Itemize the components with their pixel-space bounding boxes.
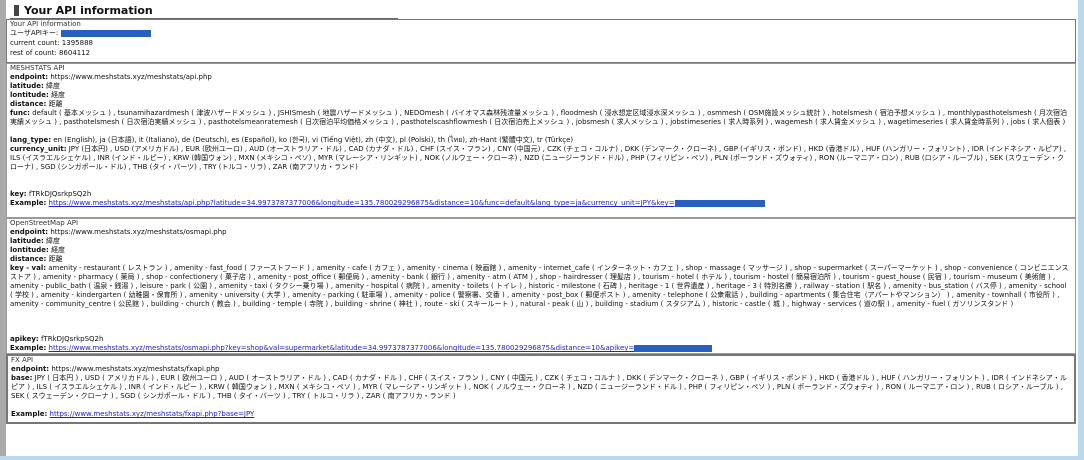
latitude-value: 緯度 <box>46 82 60 90</box>
example-link[interactable]: https://www.meshstats.xyz/meshstats/osma… <box>49 344 635 352</box>
redacted-key <box>634 344 713 352</box>
key-row: key: fTRkDJQsrkpSQ2h <box>10 190 91 199</box>
latitude-label: latitude: <box>10 237 44 245</box>
lontitude-row: lontitude: 経度 <box>10 246 65 255</box>
func-label: func: <box>10 109 30 117</box>
endpoint-label: endpoint: <box>10 73 49 81</box>
osm-fieldset: OpenStreetMap API endpoint: https://www.… <box>6 218 1076 354</box>
page-header: Your API information <box>10 2 398 19</box>
distance-value: 距離 <box>48 255 63 263</box>
fieldset-legend: Your API information <box>10 20 81 28</box>
lontitude-value: 経度 <box>51 91 66 99</box>
endpoint-row: endpoint: https://www.meshstats.xyz/mesh… <box>11 365 219 374</box>
apikey-label: apikey: <box>10 335 39 343</box>
endpoint-value: https://www.meshstats.xyz/meshstats/fxap… <box>51 365 220 373</box>
example-label: Example: <box>10 344 47 352</box>
base-label: base: <box>11 374 33 382</box>
bottom-frame-bar <box>0 456 1084 460</box>
func-options[interactable]: default ( 基本メッシュ ) , tsunamihazardmesh (… <box>10 109 1067 126</box>
page-title: Your API information <box>24 4 153 17</box>
example-row: Example: https://www.meshstats.xyz/meshs… <box>11 410 254 419</box>
redacted-key <box>674 199 765 207</box>
key-label: key: <box>10 190 27 198</box>
lang-type-options: en (English), ja (日本語), it (Italiano), d… <box>51 136 574 144</box>
lontitude-label: lontitude: <box>10 91 49 99</box>
example-link[interactable]: https://www.meshstats.xyz/meshstats/fxap… <box>50 410 255 418</box>
endpoint-row: endpoint: https://www.meshstats.xyz/mesh… <box>10 228 227 237</box>
apikey-value: fTRkDJQsrkpSQ2h <box>40 335 104 343</box>
key-val-row: key - val: amenity - restaurant ( レストラン … <box>10 264 1070 309</box>
lontitude-row: lontitude: 経度 <box>10 91 65 100</box>
api-info-fieldset: Your API information ユーザAPIキー: current c… <box>6 19 1076 63</box>
distance-row: distance: 距離 <box>10 255 63 264</box>
example-label: Example: <box>10 199 47 207</box>
latitude-row: latitude: 緯度 <box>10 237 60 246</box>
meshstats-fieldset: MESHSTATS API endpoint: https://www.mesh… <box>6 63 1076 218</box>
redacted-api-key <box>60 29 151 37</box>
func-row: func: default ( 基本メッシュ ) , tsunamihazard… <box>10 109 1070 127</box>
distance-label: distance: <box>10 100 47 108</box>
apikey-row: apikey: fTRkDJQsrkpSQ2h <box>10 335 103 344</box>
fieldset-legend: MESHSTATS API <box>10 64 65 72</box>
distance-row: distance: 距離 <box>10 100 63 109</box>
endpoint-value: https://www.meshstats.xyz/meshstats/osma… <box>50 228 227 236</box>
key-val-options[interactable]: amenity - restaurant ( レストラン ) , amenity… <box>10 264 1069 308</box>
current-count: current count: 1395888 <box>10 39 93 47</box>
key-value: fTRkDJQsrkpSQ2h <box>28 190 92 198</box>
distance-value: 距離 <box>48 100 63 108</box>
lang-type-label: lang_type: <box>10 136 52 144</box>
latitude-row: latitude: 緯度 <box>10 82 60 91</box>
base-options[interactable]: JPY ( 日本円 ) , USD ( アメリカドル ) , EUR ( 欧州ユ… <box>11 374 1067 400</box>
example-link[interactable]: https://www.meshstats.xyz/meshstats/api.… <box>49 199 675 207</box>
latitude-value: 緯度 <box>46 237 60 245</box>
base-row: base: JPY ( 日本円 ) , USD ( アメリカドル ) , EUR… <box>11 374 1071 401</box>
lontitude-label: lontitude: <box>10 246 49 254</box>
endpoint-label: endpoint: <box>10 228 49 236</box>
currency-row: currency_unit: JPY (日本円) , USD (アメリカドル) … <box>10 145 1070 172</box>
endpoint-row: endpoint: https://www.meshstats.xyz/mesh… <box>10 73 212 82</box>
example-label: Example: <box>11 410 48 418</box>
endpoint-value: https://www.meshstats.xyz/meshstats/api.… <box>50 73 212 81</box>
currency-label: currency_unit: <box>10 145 67 153</box>
right-scrollbar[interactable] <box>1078 0 1084 460</box>
lontitude-value: 経度 <box>51 246 66 254</box>
user-api-key-label: ユーザAPIキー: <box>10 29 59 37</box>
fieldset-legend: OpenStreetMap API <box>10 219 79 227</box>
rest-of-count: rest of count: 8604112 <box>10 49 91 57</box>
currency-options: JPY (日本円) , USD (アメリカドル) , EUR (欧州ユーロ) ,… <box>10 145 1067 171</box>
example-row: Example: https://www.meshstats.xyz/meshs… <box>10 344 713 353</box>
lang-type-row: lang_type: en (English), ja (日本語), it (I… <box>10 136 1070 145</box>
latitude-label: latitude: <box>10 82 44 90</box>
fieldset-legend: FX API <box>11 356 34 364</box>
endpoint-label: endpoint: <box>11 365 50 373</box>
user-api-key-row: ユーザAPIキー: <box>10 29 151 38</box>
distance-label: distance: <box>10 255 47 263</box>
title-marker-icon <box>14 5 19 16</box>
fx-fieldset: FX API endpoint: https://www.meshstats.x… <box>6 354 1076 424</box>
key-val-label: key - val: <box>10 264 47 272</box>
example-row: Example: https://www.meshstats.xyz/meshs… <box>10 199 765 208</box>
